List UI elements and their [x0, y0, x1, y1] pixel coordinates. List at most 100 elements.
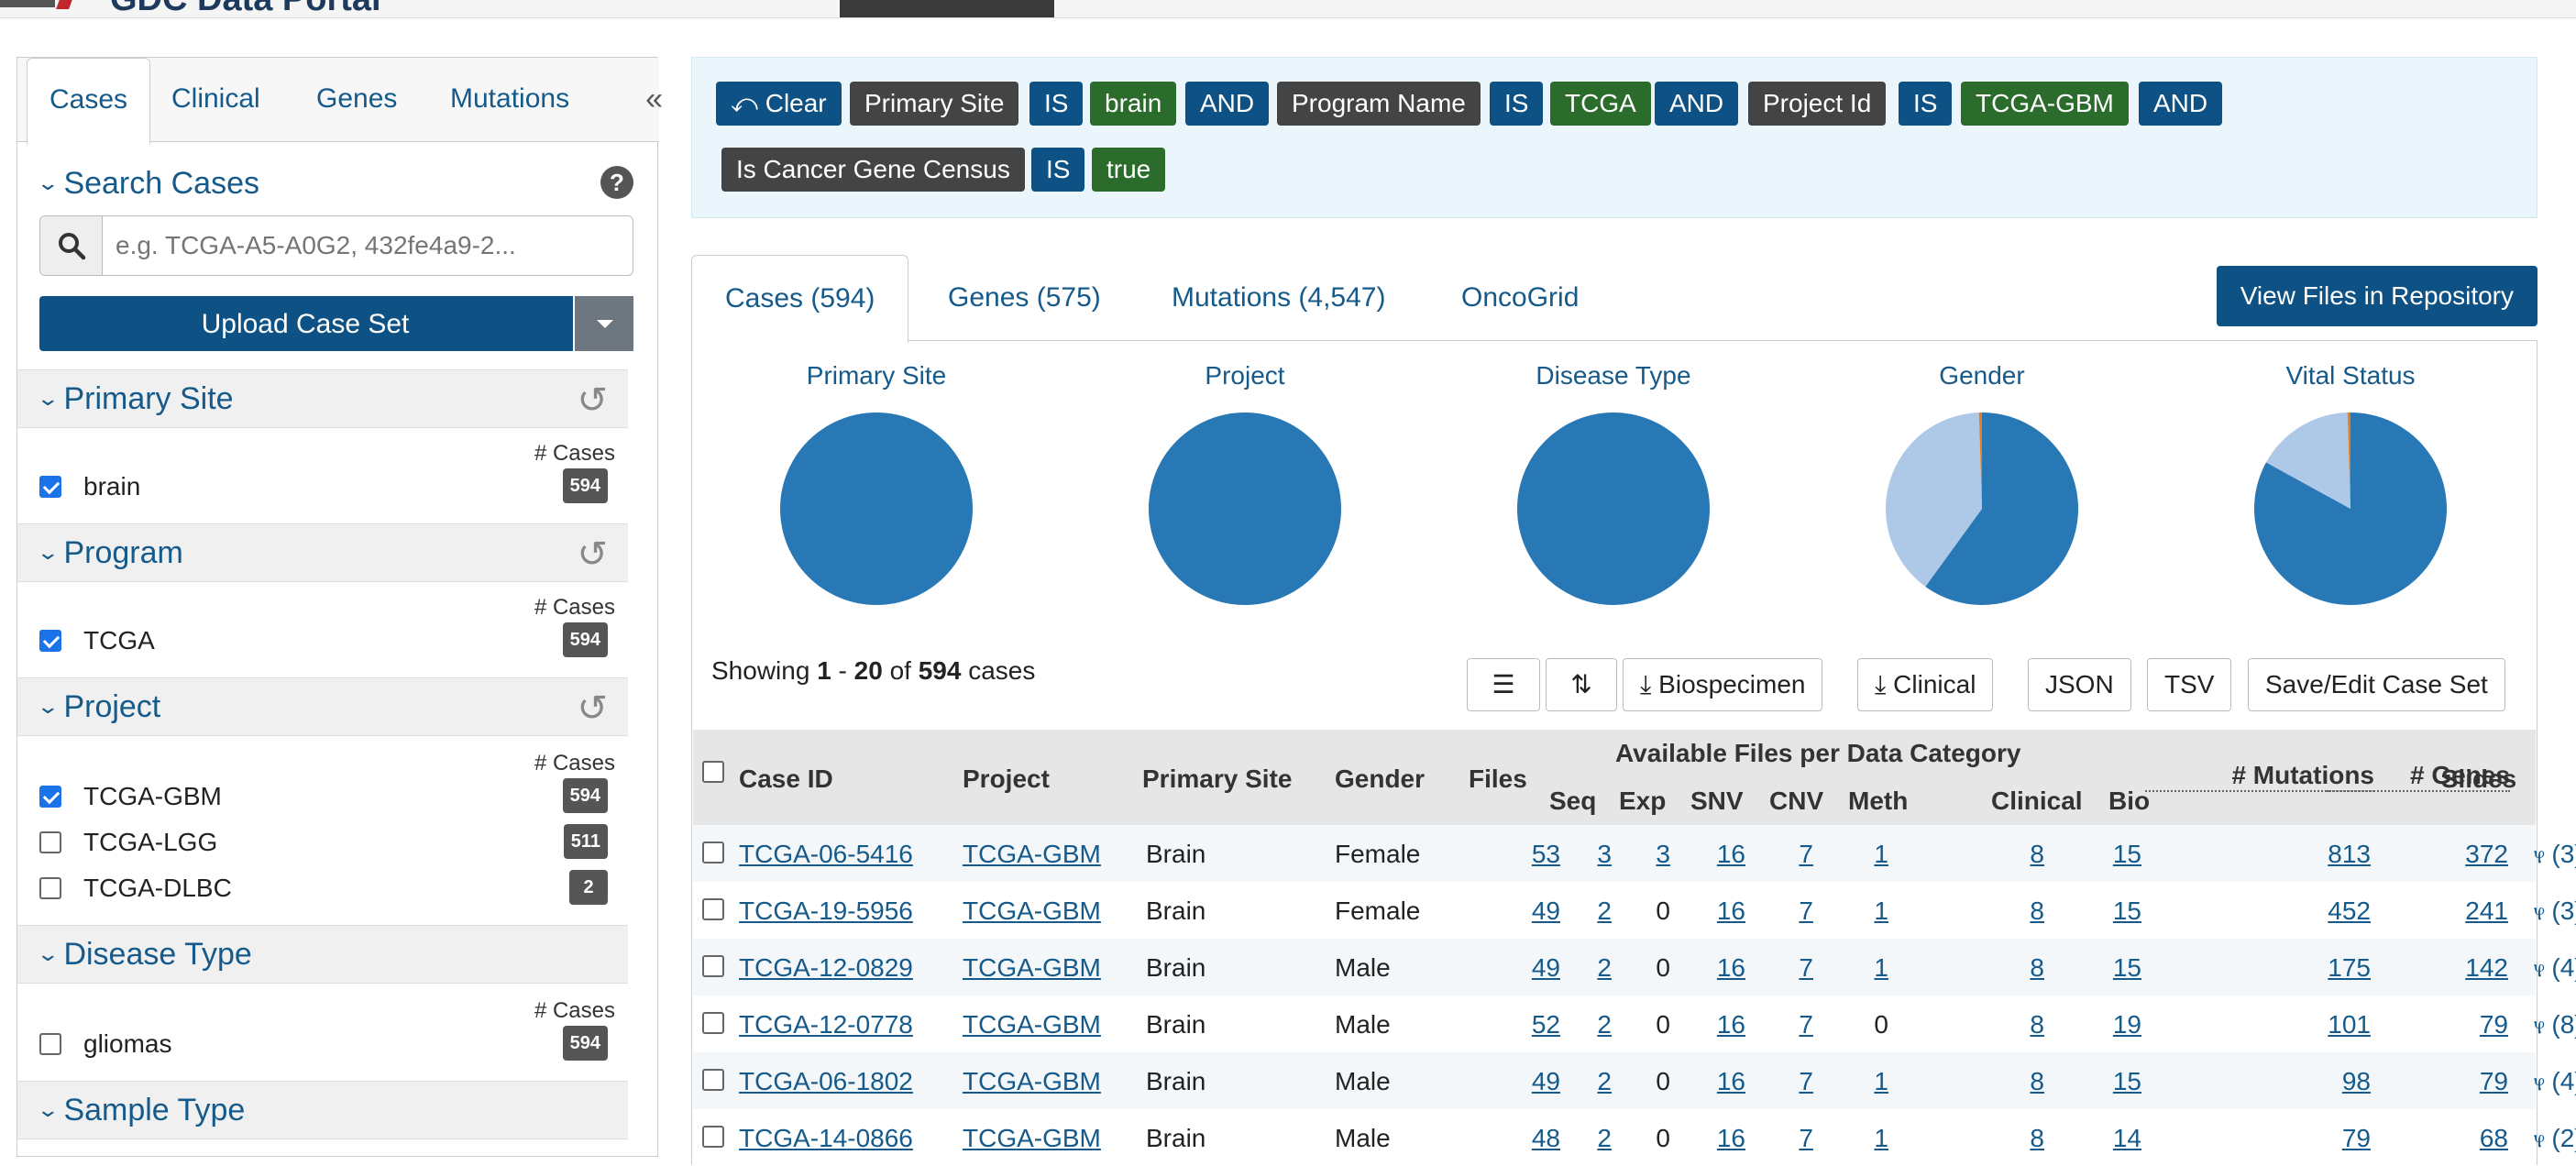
col-primary-site[interactable]: Primary Site: [1142, 764, 1292, 794]
project-link[interactable]: TCGA-GBM: [963, 840, 1101, 869]
tab-clinical[interactable]: Clinical: [171, 83, 260, 115]
genes-link[interactable]: 241: [2416, 896, 2508, 926]
project-link[interactable]: TCGA-GBM: [963, 1124, 1101, 1153]
facet-checkbox[interactable]: [39, 476, 61, 498]
col-case-id[interactable]: Case ID: [739, 764, 833, 794]
row-checkbox[interactable]: [702, 955, 724, 977]
case-id-link[interactable]: TCGA-06-1802: [739, 1067, 913, 1096]
facet-checkbox[interactable]: [39, 630, 61, 652]
project-link[interactable]: TCGA-GBM: [963, 1067, 1101, 1096]
slides-cell[interactable]: ⳡ (2): [2534, 1124, 2576, 1154]
clinical-link[interactable]: 8: [1995, 1067, 2044, 1096]
case-id-link[interactable]: TCGA-12-0778: [739, 1010, 913, 1040]
facet-checkbox[interactable]: [39, 786, 61, 808]
tab-mutations-results[interactable]: Mutations (4,547): [1172, 282, 1385, 314]
mutations-link[interactable]: 175: [2273, 953, 2371, 983]
download-clinical-button[interactable]: ⤓ Clinical: [1857, 658, 1994, 711]
cnv-link[interactable]: 7: [1784, 840, 1813, 869]
seq-link[interactable]: 2: [1582, 1010, 1612, 1040]
facet-checkbox[interactable]: [39, 877, 61, 899]
brand-title[interactable]: GDC Data Portal: [110, 0, 381, 17]
upload-case-set-button[interactable]: Upload Case Set: [39, 296, 633, 351]
reset-icon[interactable]: ↺: [577, 380, 608, 422]
tab-cases[interactable]: Cases: [27, 58, 151, 144]
seq-link[interactable]: 2: [1582, 896, 1612, 926]
mutations-link[interactable]: 101: [2273, 1010, 2371, 1040]
exp-link[interactable]: 0: [1637, 1010, 1670, 1040]
exp-link[interactable]: 0: [1637, 1124, 1670, 1153]
seq-link[interactable]: 3: [1582, 840, 1612, 869]
facet-item-tcga-gbm[interactable]: TCGA-GBM 594: [39, 778, 608, 815]
exp-link[interactable]: 0: [1637, 896, 1670, 926]
nav-active-item[interactable]: [840, 0, 1054, 17]
col-bio[interactable]: Bio: [2108, 786, 2150, 816]
case-id-link[interactable]: TCGA-19-5956: [739, 896, 913, 926]
case-id-link[interactable]: TCGA-14-0866: [739, 1124, 913, 1153]
query-value-pill[interactable]: TCGA-GBM: [1961, 82, 2129, 126]
exp-link[interactable]: 0: [1637, 953, 1670, 983]
genes-link[interactable]: 79: [2416, 1067, 2508, 1096]
meth-link[interactable]: 0: [1859, 1010, 1888, 1040]
reset-icon[interactable]: ↺: [577, 688, 608, 730]
mutations-link[interactable]: 79: [2273, 1124, 2371, 1153]
files-link[interactable]: 49: [1509, 1067, 1560, 1096]
clinical-link[interactable]: 8: [1995, 840, 2044, 869]
row-checkbox[interactable]: [702, 898, 724, 920]
meth-link[interactable]: 1: [1859, 840, 1888, 869]
files-link[interactable]: 53: [1509, 840, 1560, 869]
facet-sample-type[interactable]: ⌄ Sample Type: [17, 1081, 628, 1139]
files-link[interactable]: 49: [1509, 896, 1560, 926]
clinical-link[interactable]: 8: [1995, 1010, 2044, 1040]
project-link[interactable]: TCGA-GBM: [963, 896, 1101, 926]
export-json-button[interactable]: JSON: [2028, 658, 2131, 711]
view-files-in-repository-button[interactable]: View Files in Repository: [2216, 266, 2537, 326]
upload-dropdown-toggle[interactable]: [573, 296, 633, 351]
facet-program[interactable]: ⌄ Program ↺: [17, 523, 628, 582]
query-value-pill[interactable]: TCGA: [1550, 82, 1651, 126]
genes-link[interactable]: 79: [2416, 1010, 2508, 1040]
snv-link[interactable]: 16: [1701, 953, 1745, 983]
tab-cases-results[interactable]: Cases (594): [691, 255, 909, 343]
seq-link[interactable]: 2: [1582, 1124, 1612, 1153]
row-checkbox[interactable]: [702, 1069, 724, 1091]
facet-disease-type[interactable]: ⌄ Disease Type: [17, 925, 628, 984]
snv-link[interactable]: 16: [1701, 840, 1745, 869]
query-join-pill[interactable]: AND: [2139, 82, 2223, 126]
facet-item-gliomas[interactable]: gliomas 594: [39, 1026, 608, 1062]
query-field-pill[interactable]: Primary Site: [850, 82, 1019, 126]
query-join-pill[interactable]: AND: [1185, 82, 1270, 126]
query-value-pill[interactable]: brain: [1090, 82, 1177, 126]
facet-item-brain[interactable]: brain 594: [39, 468, 608, 505]
meth-link[interactable]: 1: [1859, 1124, 1888, 1153]
query-operator-pill[interactable]: IS: [1029, 82, 1084, 126]
col-seq[interactable]: Seq: [1549, 786, 1596, 816]
col-meth[interactable]: Meth: [1848, 786, 1908, 816]
slides-cell[interactable]: ⳡ (4): [2534, 1067, 2576, 1097]
collapse-panel-button[interactable]: «: [645, 82, 663, 117]
clear-query-button[interactable]: ⤺ Clear: [716, 82, 842, 126]
clinical-link[interactable]: 8: [1995, 953, 2044, 983]
column-toggle-button[interactable]: ☰: [1467, 658, 1540, 711]
snv-link[interactable]: 16: [1701, 1067, 1745, 1096]
facet-primary-site[interactable]: ⌄ Primary Site ↺: [17, 369, 628, 428]
project-link[interactable]: TCGA-GBM: [963, 1010, 1101, 1040]
facet-checkbox[interactable]: [39, 1033, 61, 1055]
query-join-pill[interactable]: AND: [1655, 82, 1739, 126]
case-search-input[interactable]: [116, 226, 620, 266]
facet-checkbox[interactable]: [39, 831, 61, 853]
facet-item-tcga[interactable]: TCGA 594: [39, 622, 608, 659]
cnv-link[interactable]: 7: [1784, 896, 1813, 926]
select-all-checkbox[interactable]: [702, 761, 724, 783]
col-slides[interactable]: Slides: [2424, 764, 2534, 794]
bio-link[interactable]: 14: [2090, 1124, 2141, 1153]
col-files[interactable]: Files: [1469, 764, 1527, 794]
facet-item-tcga-dlbc[interactable]: TCGA-DLBC 2: [39, 870, 608, 907]
tab-oncogrid[interactable]: OncoGrid: [1461, 282, 1579, 314]
sort-button[interactable]: ⇅: [1546, 658, 1617, 711]
clinical-link[interactable]: 8: [1995, 1124, 2044, 1153]
col-exp[interactable]: Exp: [1619, 786, 1666, 816]
files-link[interactable]: 52: [1509, 1010, 1560, 1040]
seq-link[interactable]: 2: [1582, 1067, 1612, 1096]
facet-item-tcga-lgg[interactable]: TCGA-LGG 511: [39, 824, 608, 861]
facet-project[interactable]: ⌄ Project ↺: [17, 677, 628, 736]
